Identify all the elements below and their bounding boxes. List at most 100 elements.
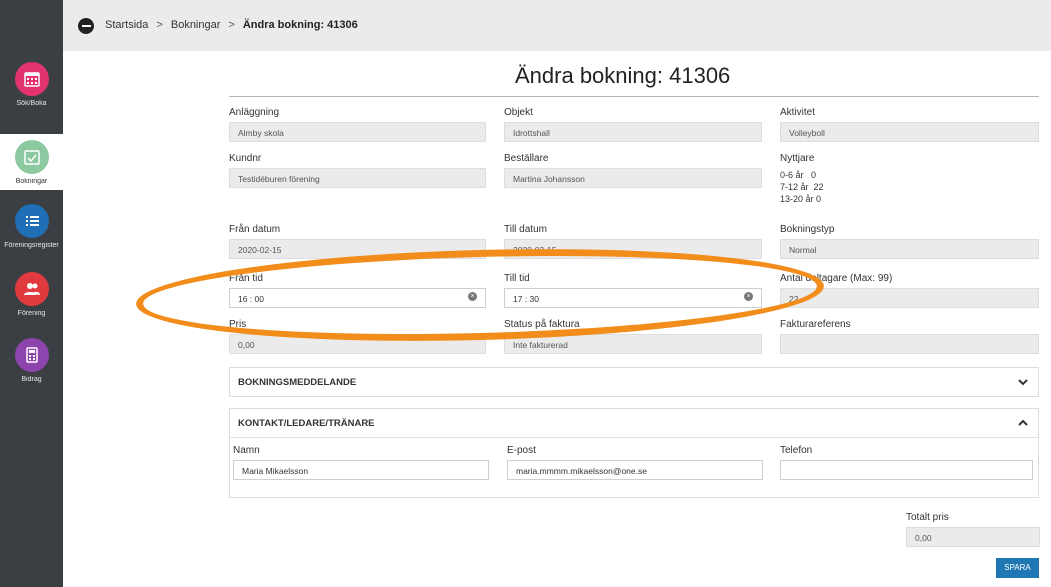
- antal-deltagare-value: 22: [780, 288, 1039, 308]
- nav-item-sok-boka[interactable]: Sök/Boka: [0, 62, 63, 122]
- status-faktura-value: Inte fakturerad: [504, 334, 762, 354]
- objekt-field: Objekt Idrottshall: [504, 107, 762, 142]
- panel-title: BOKNINGSMEDDELANDE: [238, 377, 357, 388]
- age-group-row: 13-20 år 0: [780, 193, 1039, 205]
- field-label: Från tid: [229, 273, 263, 284]
- till-datum-field: Till datum 2020-02-15: [504, 224, 762, 259]
- nav-label: Föreningsregister: [4, 242, 59, 249]
- chevron-down-icon[interactable]: [1017, 376, 1029, 388]
- nav-label: Bidrag: [21, 376, 42, 383]
- field-label: Aktivitet: [780, 107, 816, 118]
- aktivitet-field: Aktivitet Volleyboll: [780, 107, 1039, 142]
- field-label: Nyttjare: [780, 153, 815, 164]
- breadcrumb-separator: >: [156, 19, 163, 31]
- totalt-pris-value: 0,00: [906, 527, 1040, 547]
- bokningstyp-field: Bokningstyp Normal: [780, 224, 1039, 259]
- till-tid-input[interactable]: 17 : 30: [504, 288, 762, 308]
- field-label: Pris: [229, 319, 247, 330]
- till-tid-field: Till tid 17 : 30 ×: [504, 273, 762, 308]
- kundnr-value: Testidéburen förening: [229, 168, 486, 188]
- field-label: Till tid: [504, 273, 530, 284]
- breadcrumb-bokningar[interactable]: Bokningar: [171, 19, 221, 31]
- field-label: Status på faktura: [504, 319, 580, 330]
- nav-item-bidrag[interactable]: Bidrag: [0, 338, 63, 394]
- panel-title: KONTAKT/LEDARE/TRÄNARE: [238, 418, 375, 429]
- age-group-row: 0-6 år 0: [780, 169, 1039, 181]
- epost-input[interactable]: maria.mmmm.mikaelsson@one.se: [507, 460, 763, 480]
- bokningsmeddelande-panel[interactable]: BOKNINGSMEDDELANDE: [229, 367, 1039, 397]
- calculator-icon: [14, 338, 49, 372]
- bestallare-value: Martina Johansson: [504, 168, 762, 188]
- clear-icon[interactable]: ×: [468, 292, 477, 301]
- namn-input[interactable]: Maria Mikaelsson: [233, 460, 489, 480]
- objekt-value: Idrottshall: [504, 122, 762, 142]
- nav-label: Sök/Boka: [16, 100, 47, 107]
- field-label: Beställare: [504, 153, 549, 164]
- field-label: Antal deltagare (Max: 99): [780, 273, 893, 284]
- aktivitet-value: Volleyboll: [780, 122, 1039, 142]
- breadcrumb: Startsida > Bokningar > Ändra bokning: 41306: [105, 19, 358, 31]
- breadcrumb-bar: Startsida > Bokningar > Ändra bokning: 41306: [63, 0, 1051, 51]
- fran-datum-value: 2020-02-15: [229, 239, 486, 259]
- field-label: Från datum: [229, 224, 281, 235]
- fran-datum-field: Från datum 2020-02-15: [229, 224, 486, 259]
- fran-tid-field: Från tid 16 : 00 ×: [229, 273, 486, 308]
- page-title: Ändra bokning: 41306: [515, 63, 731, 88]
- field-label: Namn: [233, 445, 260, 456]
- age-group-count: 0: [811, 170, 817, 180]
- field-label: Till datum: [504, 224, 547, 235]
- field-label: E-post: [507, 445, 536, 456]
- bokningstyp-value: Normal: [780, 239, 1039, 259]
- kundnr-field: Kundnr Testidéburen förening: [229, 153, 486, 188]
- fran-tid-input[interactable]: 16 : 00: [229, 288, 486, 308]
- pris-value: 0,00: [229, 334, 486, 354]
- age-group-label: 0-6 år: [780, 170, 804, 180]
- till-datum-value: 2020-02-15: [504, 239, 762, 259]
- chevron-up-icon[interactable]: [1017, 417, 1029, 429]
- antal-deltagare-field: Antal deltagare (Max: 99) 22: [780, 273, 1039, 308]
- field-label: Objekt: [504, 107, 533, 118]
- nav-item-foreningsregister[interactable]: Föreningsregister: [0, 204, 63, 260]
- telefon-input[interactable]: [780, 460, 1033, 480]
- users-icon: [14, 272, 49, 306]
- age-group-count: 22: [813, 182, 824, 192]
- field-label: Kundnr: [229, 153, 262, 164]
- age-group-row: 7-12 år 22: [780, 181, 1039, 193]
- kontakt-panel: KONTAKT/LEDARE/TRÄNARE Namn Maria Mikael…: [229, 408, 1039, 498]
- breadcrumb-separator: >: [228, 19, 235, 31]
- field-label: Telefon: [780, 445, 813, 456]
- epost-field: E-post maria.mmmm.mikaelsson@one.se: [507, 445, 763, 480]
- bestallare-field: Beställare Martina Johansson: [504, 153, 762, 188]
- nyttjare-field: Nyttjare 0-6 år 0 7-12 år 22 13-20 år 0: [780, 153, 1039, 205]
- nav-item-bokningar[interactable]: Bokningar: [0, 134, 63, 190]
- status-faktura-field: Status på faktura Inte fakturerad: [504, 319, 762, 354]
- pris-field: Pris 0,00: [229, 319, 486, 354]
- panel-header[interactable]: BOKNINGSMEDDELANDE: [230, 368, 1038, 397]
- age-group-label: 13-20 år: [780, 194, 814, 204]
- sidebar: Sök/Boka Bokningar Föreningsregister För…: [0, 0, 63, 587]
- nav-label: Bokningar: [15, 178, 48, 185]
- breadcrumb-current: Ändra bokning: 41306: [242, 19, 358, 31]
- fakturareferens-field: Fakturareferens: [780, 319, 1039, 354]
- back-icon[interactable]: [78, 18, 94, 34]
- nav-item-forening[interactable]: Förening: [0, 272, 63, 328]
- panel-header[interactable]: KONTAKT/LEDARE/TRÄNARE: [230, 409, 1038, 438]
- main-content: Ändra bokning: 41306 Anläggning Almby sk…: [63, 51, 1051, 587]
- anlaggning-field: Anläggning Almby skola: [229, 107, 486, 142]
- field-label: Anläggning: [229, 107, 280, 118]
- telefon-field: Telefon: [780, 445, 1033, 480]
- breadcrumb-startsida[interactable]: Startsida: [105, 19, 148, 31]
- namn-field: Namn Maria Mikaelsson: [233, 445, 489, 480]
- age-group-label: 7-12 år: [780, 182, 809, 192]
- nav-label: Förening: [17, 310, 46, 317]
- save-button[interactable]: SPARA: [996, 558, 1039, 578]
- calendar-check-icon: [14, 140, 49, 174]
- field-label: Fakturareferens: [780, 319, 851, 330]
- calendar-icon: [14, 62, 49, 96]
- nyttjare-list: 0-6 år 0 7-12 år 22 13-20 år 0: [780, 169, 1039, 205]
- fakturareferens-value: [780, 334, 1039, 354]
- clear-icon[interactable]: ×: [744, 292, 753, 301]
- field-label: Bokningstyp: [780, 224, 835, 235]
- totalt-pris-field: Totalt pris 0,00: [906, 512, 1040, 547]
- title-divider: [229, 96, 1039, 97]
